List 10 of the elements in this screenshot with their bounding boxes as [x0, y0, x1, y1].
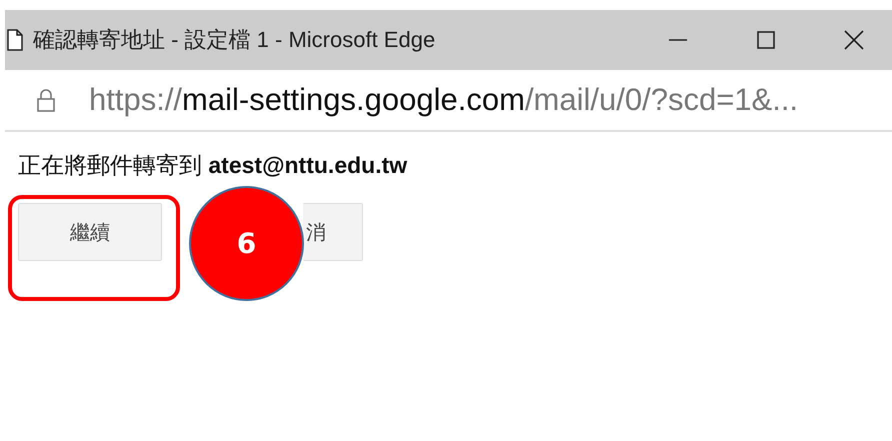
- step-badge: 6: [189, 186, 304, 301]
- maximize-icon[interactable]: [756, 30, 776, 50]
- dialog-button[interactable]: 消: [303, 203, 363, 261]
- close-icon[interactable]: [844, 30, 864, 50]
- lock-icon: [37, 88, 55, 112]
- window-title: 確認轉寄地址 - 設定檔 1 - Microsoft Edge: [33, 26, 436, 54]
- url-text[interactable]: https://mail-settings.google.com/mail/u/0/?scd=1&...: [89, 82, 798, 118]
- page-icon: [7, 29, 23, 51]
- dialog-button[interactable]: 繼續: [18, 203, 162, 261]
- forwarding-message: 正在將郵件轉寄到 atest@nttu.edu.tw: [18, 152, 408, 178]
